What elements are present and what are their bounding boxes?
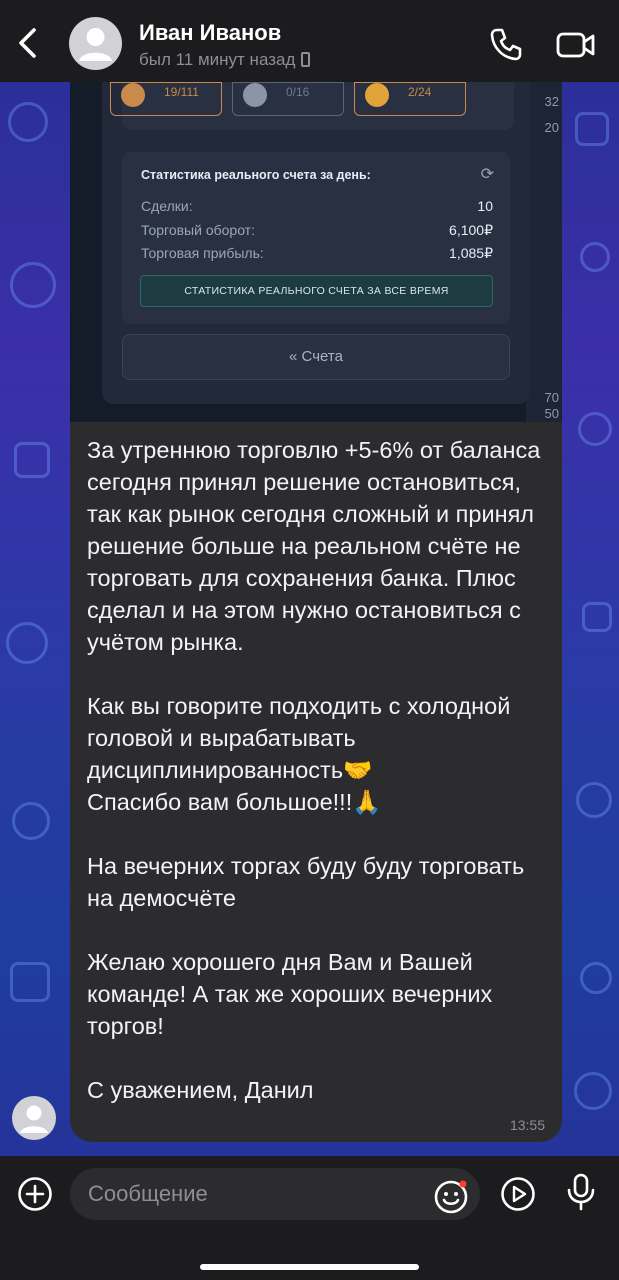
side-number: 32 bbox=[544, 94, 559, 109]
side-number: 70 bbox=[544, 390, 559, 405]
side-number: 50 bbox=[544, 406, 559, 421]
attached-screenshot[interactable]: 32 20 70 50 19/111 0/16 2/24 Статистика … bbox=[70, 82, 562, 422]
medal-icon bbox=[121, 83, 145, 107]
stat-label: Торговый оборот: bbox=[141, 222, 255, 238]
person-icon bbox=[79, 28, 112, 61]
refresh-icon[interactable]: ⟳ bbox=[481, 164, 494, 184]
message-input-placeholder: Сообщение bbox=[88, 1181, 208, 1206]
side-number: 20 bbox=[544, 120, 559, 135]
contact-name[interactable]: Иван Иванов bbox=[139, 20, 281, 46]
video-camera-icon[interactable] bbox=[556, 30, 596, 60]
medal-gold: 2/24 bbox=[354, 82, 466, 116]
medal-icon bbox=[365, 83, 389, 107]
medal-count: 0/16 bbox=[286, 85, 310, 99]
chevron-left-icon[interactable] bbox=[14, 26, 42, 60]
microphone-icon[interactable] bbox=[566, 1173, 596, 1211]
contact-status: был 11 минут назад bbox=[139, 50, 311, 70]
medals-row: 19/111 0/16 2/24 bbox=[110, 82, 514, 130]
message-bubble[interactable]: 32 20 70 50 19/111 0/16 2/24 Статистика … bbox=[70, 82, 562, 1142]
home-indicator bbox=[200, 1264, 419, 1270]
stats-title: Статистика реального счета за день: bbox=[141, 168, 371, 182]
plus-circle-icon[interactable] bbox=[17, 1176, 53, 1212]
stat-row: Торговый оборот: 6,100₽ bbox=[141, 222, 493, 238]
stat-row: Торговая прибыль: 1,085₽ bbox=[141, 245, 493, 261]
stat-value: 10 bbox=[477, 198, 493, 214]
play-icon[interactable] bbox=[500, 1176, 536, 1212]
all-time-stats-button[interactable]: СТАТИСТИКА РЕАЛЬНОГО СЧЕТА ЗА ВСЕ ВРЕМЯ bbox=[140, 275, 493, 307]
message-text: За утреннюю торговлю +5-6% от баланса се… bbox=[87, 437, 541, 1103]
message-input[interactable]: Сообщение bbox=[70, 1168, 480, 1220]
account-panel: 19/111 0/16 2/24 Статистика реального сч… bbox=[102, 82, 530, 404]
medal-count: 2/24 bbox=[408, 85, 432, 99]
medal-icon bbox=[243, 83, 267, 107]
stat-label: Сделки: bbox=[141, 198, 193, 214]
medal-count: 19/111 bbox=[164, 85, 199, 99]
stat-value: 1,085₽ bbox=[449, 245, 493, 261]
contact-avatar[interactable] bbox=[69, 17, 122, 70]
sender-avatar[interactable] bbox=[12, 1096, 56, 1140]
chat-header: Иван Иванов был 11 минут назад bbox=[0, 0, 619, 82]
stat-label: Торговая прибыль: bbox=[141, 245, 264, 261]
stat-row: Сделки: 10 bbox=[141, 198, 493, 214]
medal-silver: 0/16 bbox=[232, 82, 344, 116]
accounts-button[interactable]: « Счета bbox=[122, 334, 510, 380]
emoji-icon[interactable] bbox=[433, 1179, 469, 1215]
phone-icon[interactable] bbox=[489, 27, 523, 61]
stat-value: 6,100₽ bbox=[449, 222, 493, 238]
medal-bronze: 19/111 bbox=[110, 82, 222, 116]
person-icon bbox=[20, 1105, 48, 1133]
mobile-device-icon bbox=[301, 52, 311, 67]
daily-stats-box: Статистика реального счета за день: ⟳ Сд… bbox=[122, 152, 510, 324]
message-input-bar: Сообщение bbox=[0, 1156, 619, 1280]
message-time: 13:55 bbox=[509, 1117, 545, 1133]
